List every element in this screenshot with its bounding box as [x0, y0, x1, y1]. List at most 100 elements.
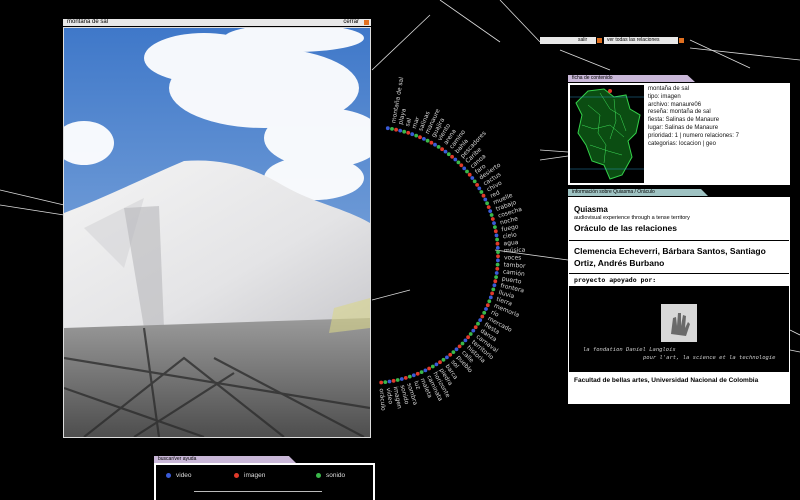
ring-dot[interactable] — [379, 380, 384, 385]
ring-dot[interactable] — [427, 366, 431, 371]
ring-dot[interactable] — [465, 169, 469, 174]
ring-dot[interactable] — [485, 201, 489, 206]
ring-dot[interactable] — [483, 197, 488, 202]
ring-dot[interactable] — [489, 213, 494, 217]
ring-dot[interactable] — [479, 190, 484, 194]
ring-dot[interactable] — [495, 237, 499, 242]
ring-dot[interactable] — [473, 325, 478, 330]
ring-dot[interactable] — [445, 355, 449, 360]
ring-dot[interactable] — [493, 279, 498, 284]
ring-dot[interactable] — [406, 130, 411, 135]
ring-dot[interactable] — [453, 157, 458, 162]
ring-dot[interactable] — [495, 266, 500, 271]
ring-dot[interactable] — [398, 128, 403, 133]
ring-dot[interactable] — [490, 291, 494, 296]
ring-word[interactable]: música — [504, 247, 526, 255]
ring-dot[interactable] — [484, 307, 488, 311]
legend-sonido[interactable]: sonido — [316, 472, 345, 479]
ring-dot[interactable] — [390, 126, 394, 131]
exit-icon[interactable] — [597, 38, 602, 43]
ring-dot[interactable] — [407, 374, 412, 379]
ring-dot[interactable] — [494, 275, 498, 279]
ring-dot[interactable] — [478, 318, 483, 322]
ring-dot[interactable] — [492, 221, 496, 226]
ring-dot[interactable] — [419, 370, 424, 374]
ring-dot[interactable] — [470, 176, 475, 180]
ring-dot[interactable] — [495, 246, 500, 250]
ring-dot[interactable] — [466, 335, 470, 340]
exit-link[interactable]: salir — [540, 37, 596, 44]
ring-dot[interactable] — [423, 368, 428, 373]
ring-dot[interactable] — [399, 377, 404, 381]
ring-dot[interactable] — [471, 328, 476, 333]
ring-dot[interactable] — [438, 360, 442, 365]
ring-dot[interactable] — [440, 147, 444, 152]
all-relations-icon[interactable] — [679, 38, 684, 43]
ring-dot[interactable] — [488, 209, 493, 214]
ring-dot[interactable] — [481, 193, 486, 198]
ring-dot[interactable] — [387, 379, 392, 384]
ring-dot[interactable] — [454, 347, 459, 352]
ring-dot[interactable] — [496, 258, 500, 263]
ring-dot[interactable] — [472, 179, 477, 184]
legend-video[interactable]: video — [166, 472, 192, 479]
ring-dot[interactable] — [493, 225, 497, 230]
ring-dot[interactable] — [446, 152, 451, 157]
ring-dot[interactable] — [468, 332, 473, 336]
ring-dot[interactable] — [475, 183, 479, 187]
ring-dot[interactable] — [495, 241, 500, 246]
ring-dot[interactable] — [476, 321, 480, 326]
ring-dot[interactable] — [486, 205, 491, 210]
ring-dot[interactable] — [450, 154, 454, 159]
ring-word[interactable]: oráculo — [378, 388, 387, 411]
ring-dot[interactable] — [467, 172, 472, 177]
ring-dot[interactable] — [457, 344, 462, 349]
ring-dot[interactable] — [462, 166, 467, 171]
ring-dot[interactable] — [436, 145, 441, 149]
ring-dot[interactable] — [495, 262, 500, 267]
legend-imagen[interactable]: imagen — [234, 472, 265, 479]
ring-dot[interactable] — [493, 229, 498, 234]
ring-dot[interactable] — [403, 376, 408, 380]
ring-dot[interactable] — [491, 287, 496, 292]
ring-dot[interactable] — [433, 142, 437, 147]
ring-dot[interactable] — [418, 135, 422, 140]
ring-dot[interactable] — [422, 137, 426, 141]
ring-dot[interactable] — [443, 149, 448, 154]
ring-dot[interactable] — [463, 338, 468, 343]
ring-dot[interactable] — [492, 283, 497, 288]
ring-dot[interactable] — [383, 380, 388, 384]
ring-dot[interactable] — [448, 352, 453, 357]
ring-dot[interactable] — [488, 295, 493, 300]
ring-dot[interactable] — [395, 378, 400, 382]
viewer-close-button[interactable]: cerrar — [343, 19, 359, 26]
ring-dot[interactable] — [494, 271, 499, 275]
ring-dot[interactable] — [496, 250, 500, 255]
ring-dot[interactable] — [429, 140, 434, 145]
ring-dot[interactable] — [480, 314, 485, 319]
legend-tab[interactable]: buscar/ver ayuda — [154, 456, 296, 463]
ring-dot[interactable] — [425, 138, 430, 143]
ring-dot[interactable] — [385, 126, 390, 131]
ring-dot[interactable] — [477, 186, 482, 191]
ring-dot[interactable] — [490, 217, 495, 221]
ring-dot[interactable] — [434, 362, 439, 367]
ring-dot[interactable] — [494, 233, 499, 238]
ring-dot[interactable] — [410, 132, 415, 137]
close-icon[interactable] — [364, 20, 369, 25]
ring-dot[interactable] — [402, 129, 407, 134]
ring-dot[interactable] — [441, 357, 446, 362]
ring-dot[interactable] — [487, 299, 492, 304]
ring-dot[interactable] — [411, 373, 416, 378]
ring-dot[interactable] — [485, 303, 490, 308]
ring-dot[interactable] — [415, 371, 420, 376]
ring-dot[interactable] — [459, 163, 464, 168]
ring-word[interactable]: voces — [504, 254, 521, 261]
all-relations-link[interactable]: ver todas las relaciones — [604, 37, 678, 44]
ring-dot[interactable] — [414, 133, 419, 138]
ring-dot[interactable] — [482, 310, 487, 315]
ring-dot[interactable] — [451, 350, 456, 354]
ring-dot[interactable] — [456, 160, 461, 165]
ring-dot[interactable] — [496, 254, 500, 259]
ring-dot[interactable] — [391, 378, 396, 383]
